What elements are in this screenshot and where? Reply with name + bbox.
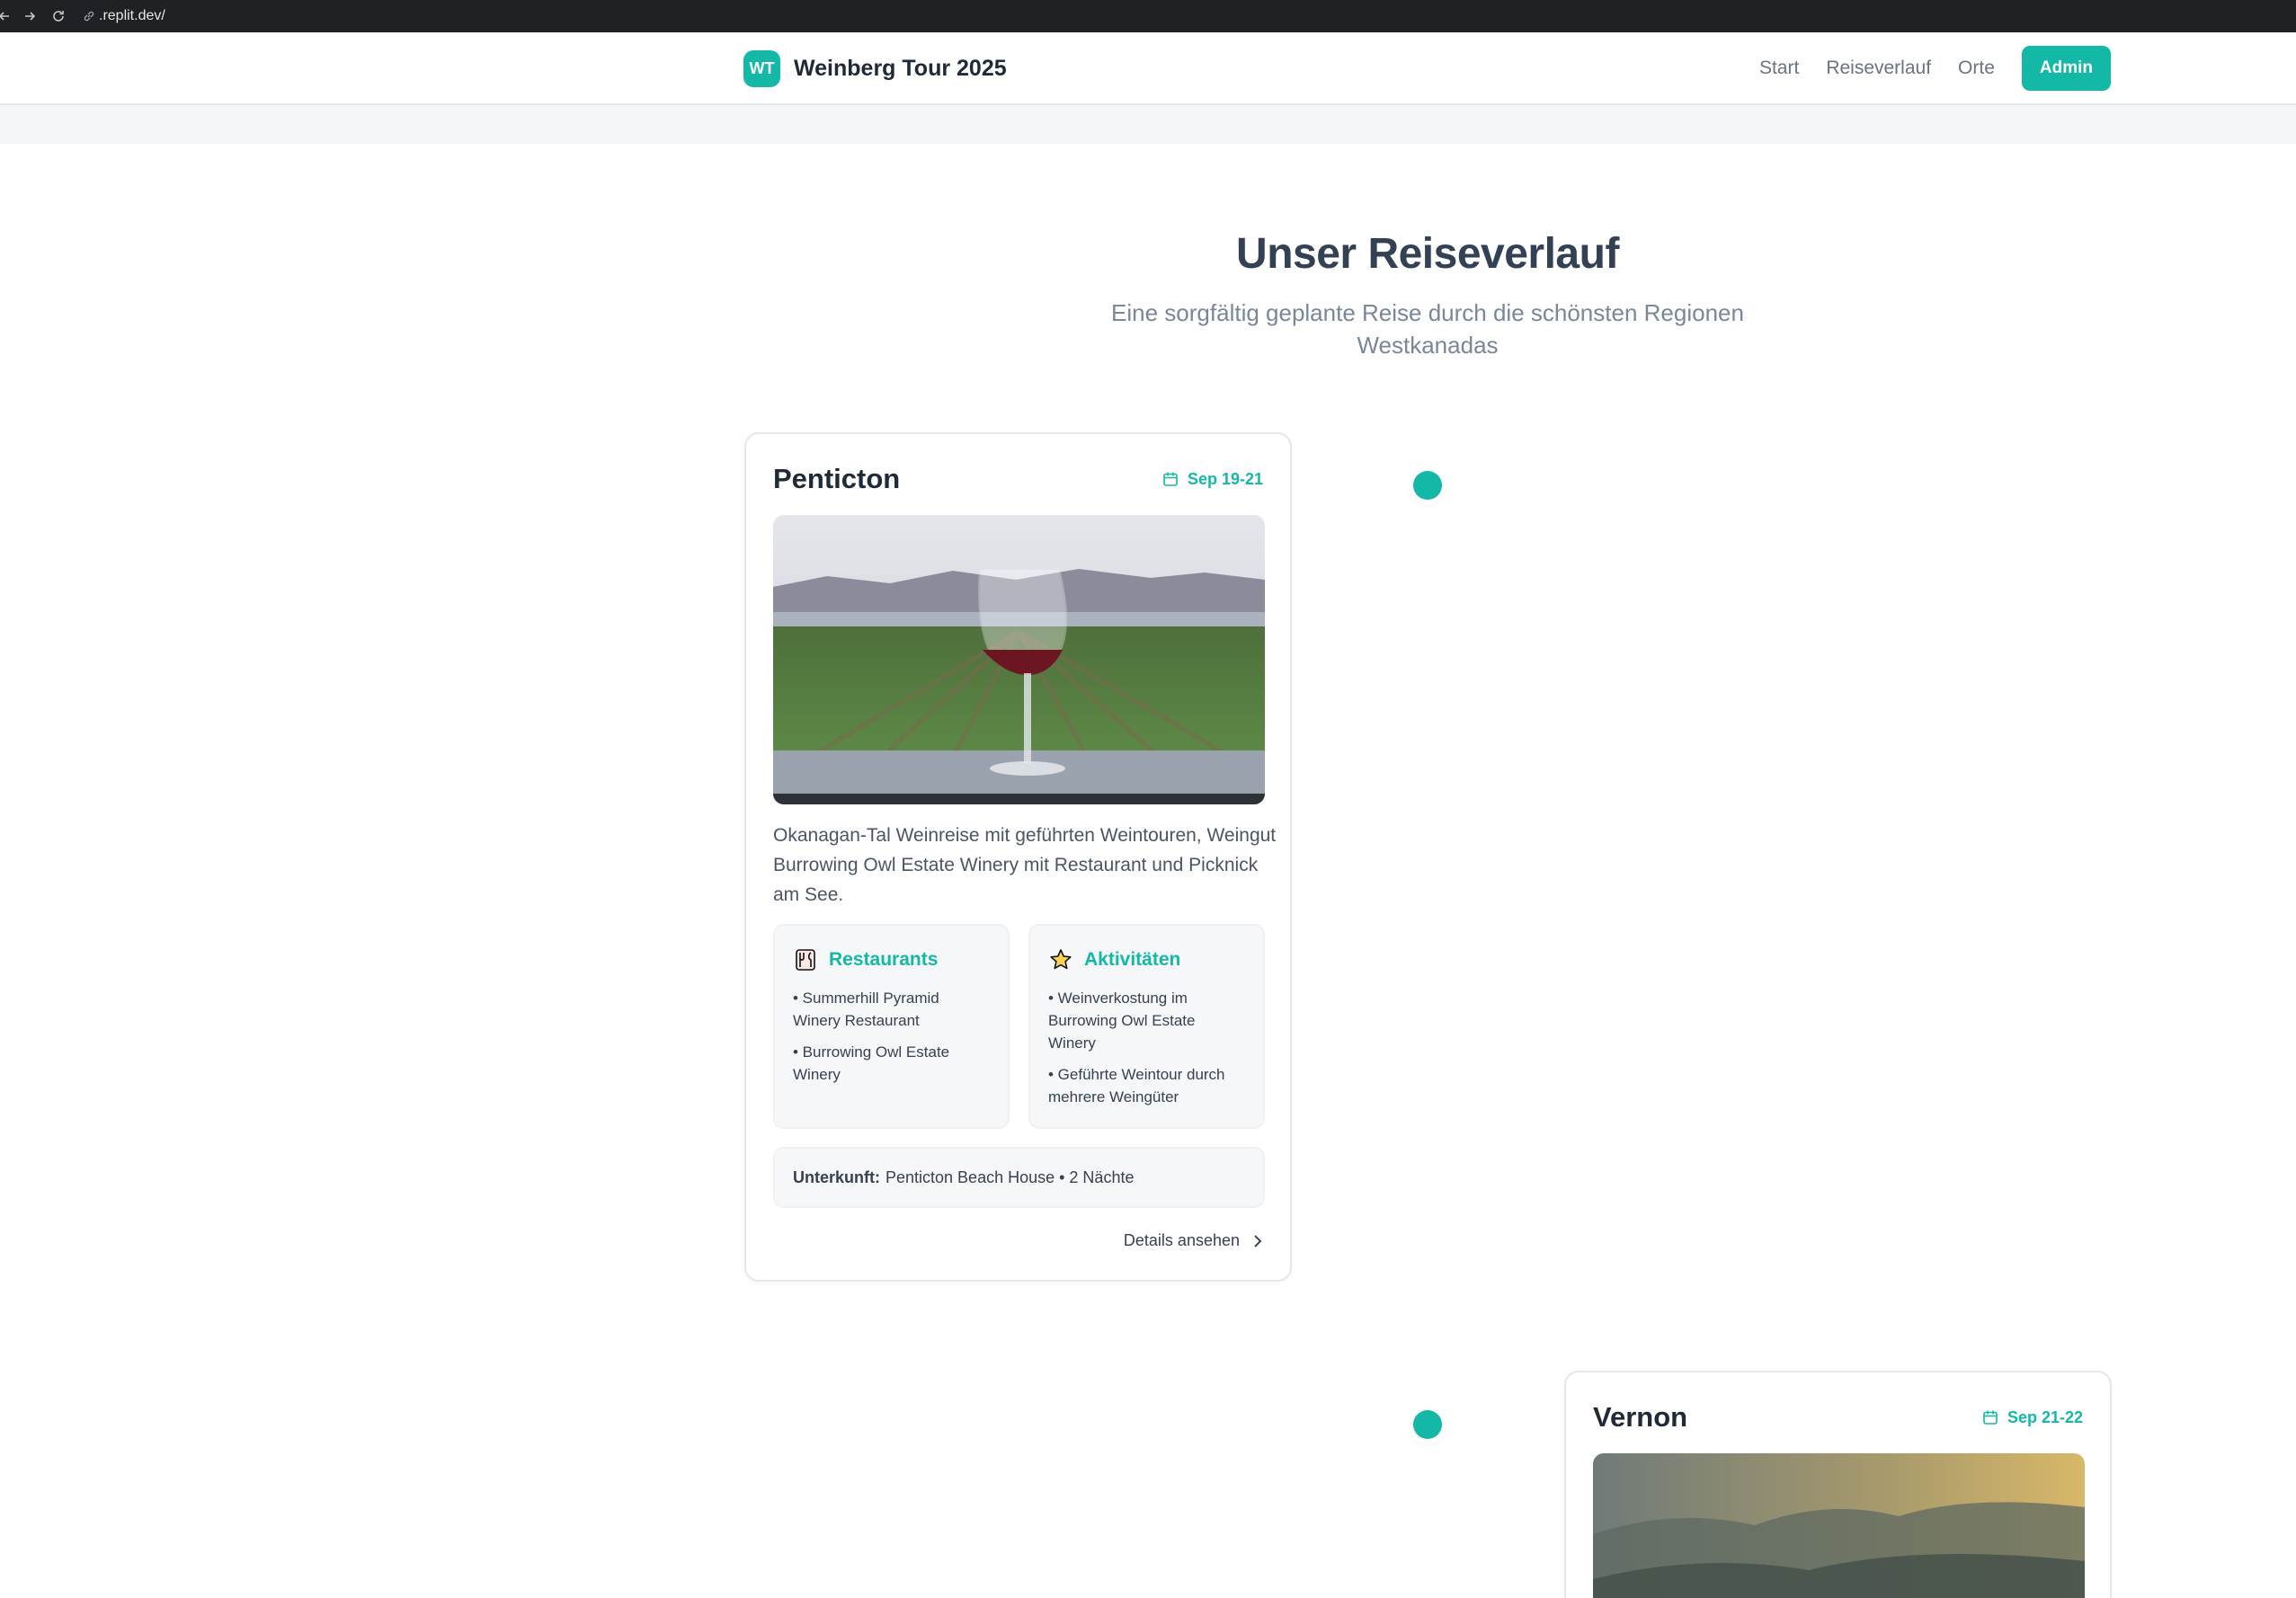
timeline-dot [1413,471,1442,500]
nav-start[interactable]: Start [1759,58,1799,79]
activities-box: Aktivitäten • Weinverkostung im Burrowin… [1028,924,1265,1129]
chevron-right-icon [1254,1234,1262,1247]
stop-date-text: Sep 19-21 [1187,469,1263,488]
address-bar[interactable]: .replit.dev/ [83,8,165,24]
page-subtitle: Eine sorgfältig geplante Reise durch die… [1111,299,1744,359]
restaurants-list: • Summerhill Pyramid Winery Restaurant •… [793,987,990,1086]
stop-date: Sep 21-22 [1982,1408,2083,1427]
activities-title: Aktivitäten [1084,949,1181,970]
page-title: Unser Reiseverlauf [1236,230,1619,278]
browser-toolbar: .replit.dev/ [0,0,2296,32]
accommodation-value: Penticton Beach House • 2 Nächte [885,1167,1135,1186]
forward-icon[interactable] [20,6,40,26]
calendar-icon [1983,1410,1998,1425]
app-header: WT Weinberg Tour 2025 Start Reiseverlauf… [0,32,2296,105]
vineyard-photo [773,515,1265,804]
restaurants-box: Restaurants • Summerhill Pyramid Winery … [773,924,1010,1129]
activity-item: • Geführte Weintour durch mehrere Weingü… [1048,1066,1225,1105]
link-icon [84,11,94,22]
accommodation-label: Unterkunft: [793,1167,880,1186]
stop-card-vernon: Vernon Sep 21-22 [1564,1371,2112,1598]
cutlery-icon [796,949,815,971]
restaurant-item: • Burrowing Owl Estate Winery [793,1043,950,1083]
stop-date-text: Sep 21-22 [2007,1407,2083,1426]
stop-title: Penticton [773,463,901,494]
mountain-photo [1593,1453,2085,1598]
timeline-dot [1413,1410,1442,1439]
details-link[interactable]: Details ansehen [1124,1231,1263,1250]
accommodation-box: Unterkunft: Penticton Beach House • 2 Nä… [773,1147,1265,1208]
brand-logo: WT [743,50,780,87]
brand[interactable]: WT Weinberg Tour 2025 [743,50,1007,87]
stop-title: Vernon [1593,1401,1688,1433]
stop-date: Sep 19-21 [1162,470,1263,489]
activity-item: • Weinverkostung im Burrowing Owl Estate… [1048,990,1196,1052]
url-text: .replit.dev/ [99,8,165,23]
details-label: Details ansehen [1123,1231,1240,1249]
stop-card-penticton: Penticton Sep 19-21 Okanagan-Tal Weinrei… [744,432,1292,1282]
stop-description: Okanagan-Tal Weinreise mit geführten Wei… [773,825,1277,905]
header-band [0,105,2296,144]
star-icon [1050,949,1072,970]
nav-reiseverlauf[interactable]: Reiseverlauf [1826,58,1931,79]
restaurants-title: Restaurants [829,949,939,970]
main-nav: Start Reiseverlauf Orte Admin [1759,46,2111,91]
brand-title: Weinberg Tour 2025 [794,56,1007,81]
restaurant-item: • Summerhill Pyramid Winery Restaurant [793,990,939,1029]
reload-icon[interactable] [49,6,68,26]
calendar-icon [1163,472,1178,486]
nav-orte[interactable]: Orte [1958,58,1995,79]
back-icon[interactable] [0,6,14,26]
activities-list: • Weinverkostung im Burrowing Owl Estate… [1048,987,1245,1108]
admin-button[interactable]: Admin [2021,46,2111,91]
